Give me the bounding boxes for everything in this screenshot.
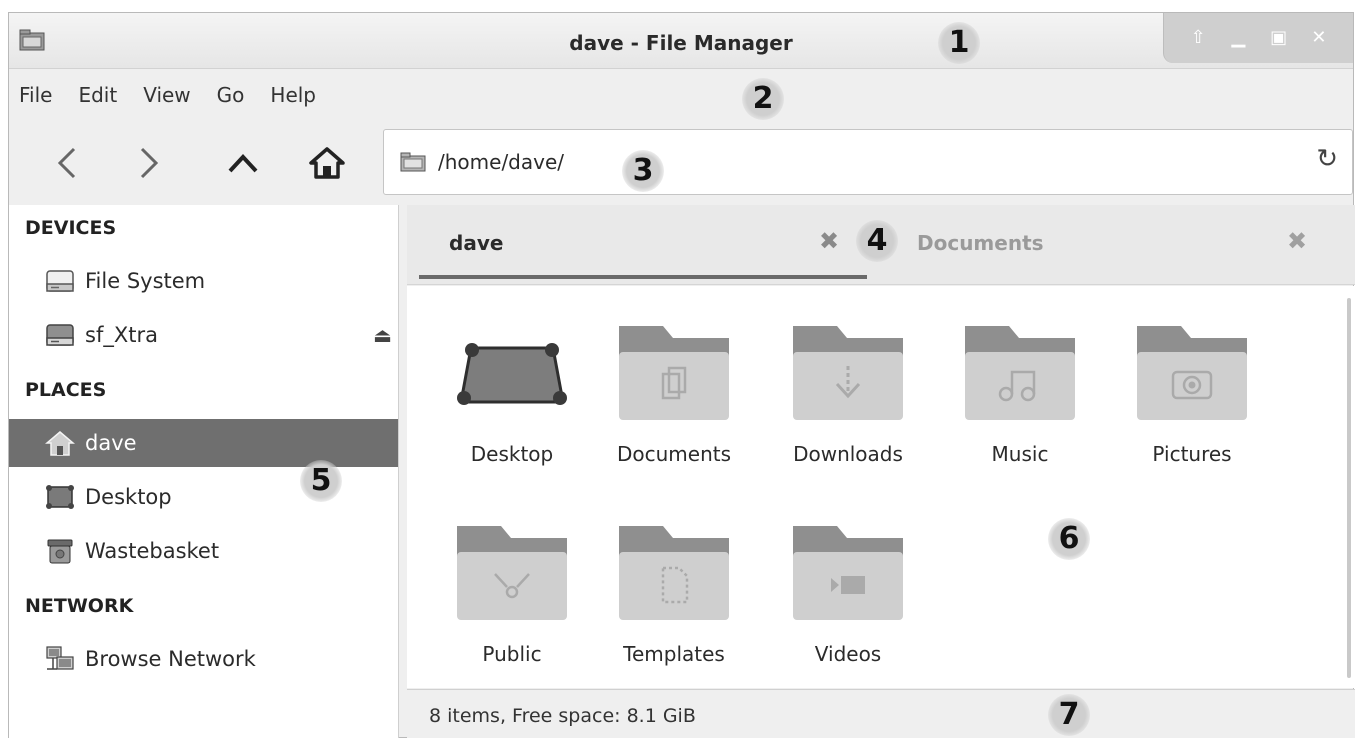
devices-header: DEVICES <box>25 217 117 239</box>
file-item-documents[interactable]: Documents <box>589 286 759 476</box>
callout-7: 7 <box>1048 694 1090 736</box>
window-title: dave - File Manager <box>569 31 793 55</box>
callout-5: 5 <box>300 460 342 502</box>
maximize-icon[interactable]: ▣ <box>1268 27 1290 49</box>
places-header: PLACES <box>25 379 107 401</box>
callout-3: 3 <box>622 150 664 192</box>
icon-view[interactable]: Desktop Documents Downloads Music Pictur… <box>407 286 1355 688</box>
file-name: Public <box>482 642 542 666</box>
folder-downloads-icon <box>793 326 903 420</box>
sidebar-item-browse-network[interactable]: Browse Network <box>9 635 398 683</box>
folder-icon <box>400 152 426 172</box>
active-tab-indicator <box>419 275 867 279</box>
up-button[interactable] <box>219 141 267 185</box>
callout-4: 4 <box>856 220 898 262</box>
title-bar[interactable]: dave - File Manager ⇧ ▁ ▣ ✕ <box>9 13 1353 69</box>
folder-pictures-icon <box>1137 326 1247 420</box>
location-path[interactable]: /home/dave/ <box>438 150 564 174</box>
file-item-pictures[interactable]: Pictures <box>1107 286 1277 476</box>
file-name: Videos <box>814 642 882 666</box>
location-bar[interactable]: /home/dave/ ↻ <box>383 129 1353 195</box>
callout-6: 6 <box>1048 518 1090 560</box>
tab-label: dave <box>449 231 504 255</box>
callout-1: 1 <box>938 22 980 64</box>
file-manager-window: dave - File Manager ⇧ ▁ ▣ ✕ File Edit Vi… <box>8 12 1355 738</box>
minimize-icon[interactable]: ▁ <box>1227 27 1249 49</box>
sidebar-item-dave[interactable]: dave <box>9 419 398 467</box>
status-bar: 8 items, Free space: 8.1 GiB <box>407 689 1355 738</box>
menu-view[interactable]: View <box>143 83 190 107</box>
callout-2: 2 <box>742 78 784 120</box>
tab-label: Documents <box>917 231 1044 255</box>
tab-close-icon[interactable]: ✖ <box>1287 227 1307 255</box>
chevron-left-icon <box>57 147 76 179</box>
window-controls: ⇧ ▁ ▣ ✕ <box>1163 13 1353 63</box>
drive-icon <box>46 324 74 346</box>
file-item-public[interactable]: Public <box>427 486 597 676</box>
file-name: Downloads <box>793 442 903 466</box>
tab-dave[interactable]: dave ✖ <box>419 205 867 285</box>
menu-bar: File Edit View Go Help <box>9 69 1353 121</box>
file-name: Documents <box>616 442 732 466</box>
file-item-music[interactable]: Music <box>935 286 1105 476</box>
sidebar-item-label: sf_Xtra <box>85 323 158 347</box>
sidebar-item-label: dave <box>85 431 137 455</box>
drive-icon <box>46 270 74 292</box>
file-name: Desktop <box>470 442 554 466</box>
file-name: Templates <box>623 642 725 666</box>
chevron-right-icon <box>140 147 159 179</box>
chevron-up-icon <box>228 154 258 173</box>
sidebar-item-sf-xtra[interactable]: sf_Xtra ⏏ <box>9 311 398 359</box>
folder-music-icon <box>965 326 1075 420</box>
eject-icon[interactable]: ⏏ <box>373 323 392 347</box>
menu-help[interactable]: Help <box>270 83 316 107</box>
network-icon <box>46 646 74 670</box>
menu-go[interactable]: Go <box>217 83 245 107</box>
forward-button[interactable] <box>125 141 173 185</box>
file-item-desktop[interactable]: Desktop <box>427 286 597 476</box>
tab-close-icon[interactable]: ✖ <box>819 227 839 255</box>
desktop-icon <box>46 485 74 509</box>
desktop-icon <box>457 343 567 405</box>
close-icon[interactable]: ✕ <box>1308 27 1330 49</box>
file-name: Music <box>991 442 1049 466</box>
folder-videos-icon <box>793 526 903 620</box>
sidebar-item-file-system[interactable]: File System <box>9 257 398 305</box>
trash-icon <box>47 539 73 564</box>
back-button[interactable] <box>43 141 91 185</box>
status-text: 8 items, Free space: 8.1 GiB <box>429 705 696 727</box>
shade-icon[interactable]: ⇧ <box>1187 27 1209 49</box>
network-header: NETWORK <box>25 595 134 617</box>
sidebar-item-label: Wastebasket <box>85 539 220 563</box>
sidebar-item-label: Browse Network <box>85 647 256 671</box>
file-item-templates[interactable]: Templates <box>589 486 759 676</box>
tab-documents[interactable]: Documents ✖ <box>887 205 1347 285</box>
home-button[interactable] <box>303 141 351 185</box>
sidebar-item-wastebasket[interactable]: Wastebasket <box>9 527 398 575</box>
file-item-videos[interactable]: Videos <box>763 486 933 676</box>
sidebar: DEVICES File System sf_Xtra ⏏ PLACES dav… <box>9 205 399 738</box>
reload-icon[interactable]: ↻ <box>1316 144 1338 174</box>
menu-file[interactable]: File <box>19 83 52 107</box>
folder-documents-icon <box>619 326 729 420</box>
sidebar-item-label: File System <box>85 269 206 293</box>
folder-public-icon <box>457 526 567 620</box>
home-icon <box>309 147 345 179</box>
file-item-downloads[interactable]: Downloads <box>763 286 933 476</box>
vertical-scrollbar[interactable] <box>1347 298 1351 678</box>
menu-edit[interactable]: Edit <box>78 83 117 107</box>
home-icon <box>45 431 75 456</box>
sidebar-item-label: Desktop <box>85 485 172 509</box>
file-name: Pictures <box>1152 442 1232 466</box>
folder-templates-icon <box>619 526 729 620</box>
